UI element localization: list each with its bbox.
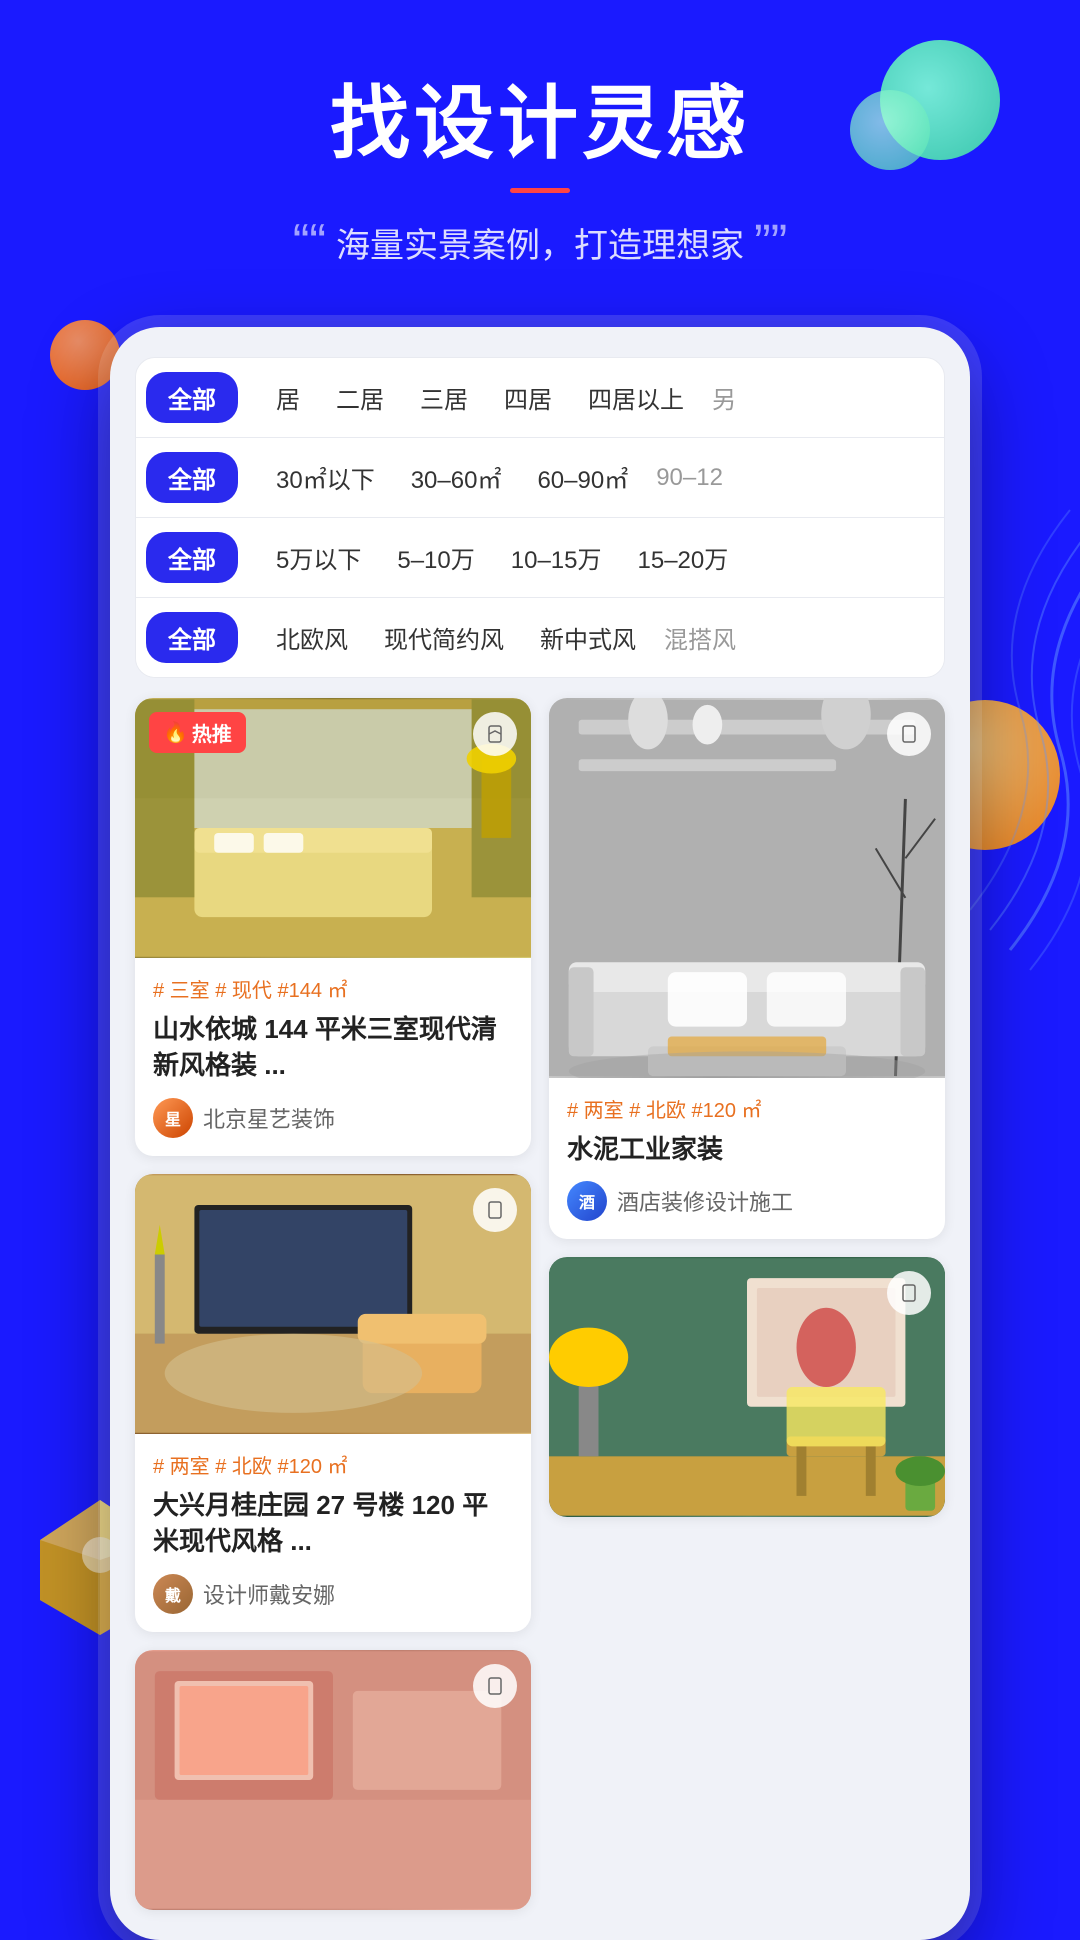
filter-budget-2[interactable]: 5–10万 [379,532,492,583]
filter-item-3[interactable]: 三居 [402,372,486,423]
filter-budget-4[interactable]: 15–20万 [620,532,747,583]
filter-area-3[interactable]: 60–90㎡ [519,452,646,503]
bookmark-btn-2[interactable] [887,712,931,756]
card-tv[interactable]: # 两室 # 北欧 #120 ㎡ 大兴月桂庄园 27 号楼 120 平米现代风格… [135,1174,531,1632]
card-img-wrap-3 [135,1174,531,1434]
filter-row-style: 全部 北欧风 现代简约风 新中式风 混搭风 [136,598,944,677]
card-author-3: 戴 设计师戴安娜 [153,1574,513,1614]
card-living[interactable]: # 两室 # 北欧 #120 ㎡ 水泥工业家装 酒 酒店装修设计施工 [549,698,945,1239]
card-tags-2: # 两室 # 北欧 #120 ㎡ [567,1094,927,1123]
card-body-1: # 三室 # 现代 #144 ㎡ 山水依城 144 平米三室现代清新风格装 ..… [135,958,531,1156]
filter-badge-all-3[interactable]: 全部 [146,532,238,583]
card-body-2: # 两室 # 北欧 #120 ㎡ 水泥工业家装 酒 酒店装修设计施工 [549,1078,945,1239]
content-grid: 🔥 热推 # 三室 # 现代 #144 ㎡ 山水依城 144 平米三室现 [135,698,945,1910]
card-title-1: 山水依城 144 平米三室现代清新风格装 ... [153,1011,513,1084]
filter-badge-all-4[interactable]: 全部 [146,612,238,663]
card-body-3: # 两室 # 北欧 #120 ㎡ 大兴月桂庄园 27 号楼 120 平米现代风格… [135,1434,531,1632]
bookmark-btn-1[interactable] [473,712,517,756]
card-green[interactable] [549,1257,945,1517]
left-column: 🔥 热推 # 三室 # 现代 #144 ㎡ 山水依城 144 平米三室现 [135,698,531,1910]
right-quote: ”” [754,217,787,267]
card-image-green [549,1257,945,1517]
card-pink[interactable] [135,1650,531,1910]
author-avatar-1: 星 [153,1098,193,1138]
card-bedroom[interactable]: 🔥 热推 # 三室 # 现代 #144 ㎡ 山水依城 144 平米三室现 [135,698,531,1156]
filter-item-5[interactable]: 四居以上 [570,372,702,423]
filter-budget-1[interactable]: 5万以下 [258,532,379,583]
subtitle-text: 海量实景案例，打造理想家 [336,218,744,267]
filter-style-2[interactable]: 现代简约风 [366,612,522,663]
filter-row-area: 全部 30㎡以下 30–60㎡ 60–90㎡ 90–12 [136,438,944,518]
header: 找设计灵感 ““ 海量实景案例，打造理想家 ”” [0,0,1080,307]
card-img-wrap-4 [549,1257,945,1517]
filter-badge-all-2[interactable]: 全部 [146,452,238,503]
filter-row-room: 全部 居 二居 三居 四居 四居以上 另 [136,358,944,438]
filter-style-3[interactable]: 新中式风 [522,612,654,663]
card-title-2: 水泥工业家装 [567,1131,927,1167]
header-divider [510,188,570,193]
card-author-1: 星 北京星艺装饰 [153,1098,513,1138]
author-name-3: 设计师戴安娜 [203,1578,335,1610]
card-image-pink [135,1650,531,1910]
filter-more-1[interactable]: 另 [702,372,746,423]
page-title: 找设计灵感 [0,80,1080,168]
filter-area-4[interactable]: 90–12 [646,456,733,500]
filter-badge-all-1[interactable]: 全部 [146,372,238,423]
filter-item-1[interactable]: 居 [258,372,318,423]
filter-area-2[interactable]: 30–60㎡ [393,452,520,503]
author-name-1: 北京星艺装饰 [203,1102,335,1134]
author-avatar-2: 酒 [567,1181,607,1221]
filter-row-budget: 全部 5万以下 5–10万 10–15万 15–20万 [136,518,944,598]
hot-badge: 🔥 热推 [149,712,246,753]
author-name-2: 酒店装修设计施工 [617,1185,793,1217]
filter-budget-3[interactable]: 10–15万 [493,532,620,583]
filter-container: 全部 居 二居 三居 四居 四居以上 另 全部 30㎡以下 30–60㎡ 60–… [135,357,945,678]
filter-item-4[interactable]: 四居 [486,372,570,423]
phone-wrapper: 全部 居 二居 三居 四居 四居以上 另 全部 30㎡以下 30–60㎡ 60–… [0,327,1080,1940]
filter-area-1[interactable]: 30㎡以下 [258,452,393,503]
author-avatar-3: 戴 [153,1574,193,1614]
card-title-3: 大兴月桂庄园 27 号楼 120 平米现代风格 ... [153,1487,513,1560]
phone-screen: 全部 居 二居 三居 四居 四居以上 另 全部 30㎡以下 30–60㎡ 60–… [110,327,970,1940]
bookmark-btn-3[interactable] [473,1188,517,1232]
right-column: # 两室 # 北欧 #120 ㎡ 水泥工业家装 酒 酒店装修设计施工 [549,698,945,1910]
filter-style-1[interactable]: 北欧风 [258,612,366,663]
filter-item-2[interactable]: 二居 [318,372,402,423]
card-img-wrap-2 [549,698,945,1078]
header-subtitle: ““ 海量实景案例，打造理想家 ”” [0,217,1080,267]
bookmark-btn-5[interactable] [473,1664,517,1708]
card-image-living [549,698,945,1078]
card-tags-1: # 三室 # 现代 #144 ㎡ [153,974,513,1003]
filter-style-4[interactable]: 混搭风 [654,612,746,663]
card-image-tv [135,1174,531,1434]
left-quote: ““ [293,217,326,267]
card-img-wrap-5 [135,1650,531,1910]
card-author-2: 酒 酒店装修设计施工 [567,1181,927,1221]
card-img-wrap-1: 🔥 热推 [135,698,531,958]
card-tags-3: # 两室 # 北欧 #120 ㎡ [153,1450,513,1479]
